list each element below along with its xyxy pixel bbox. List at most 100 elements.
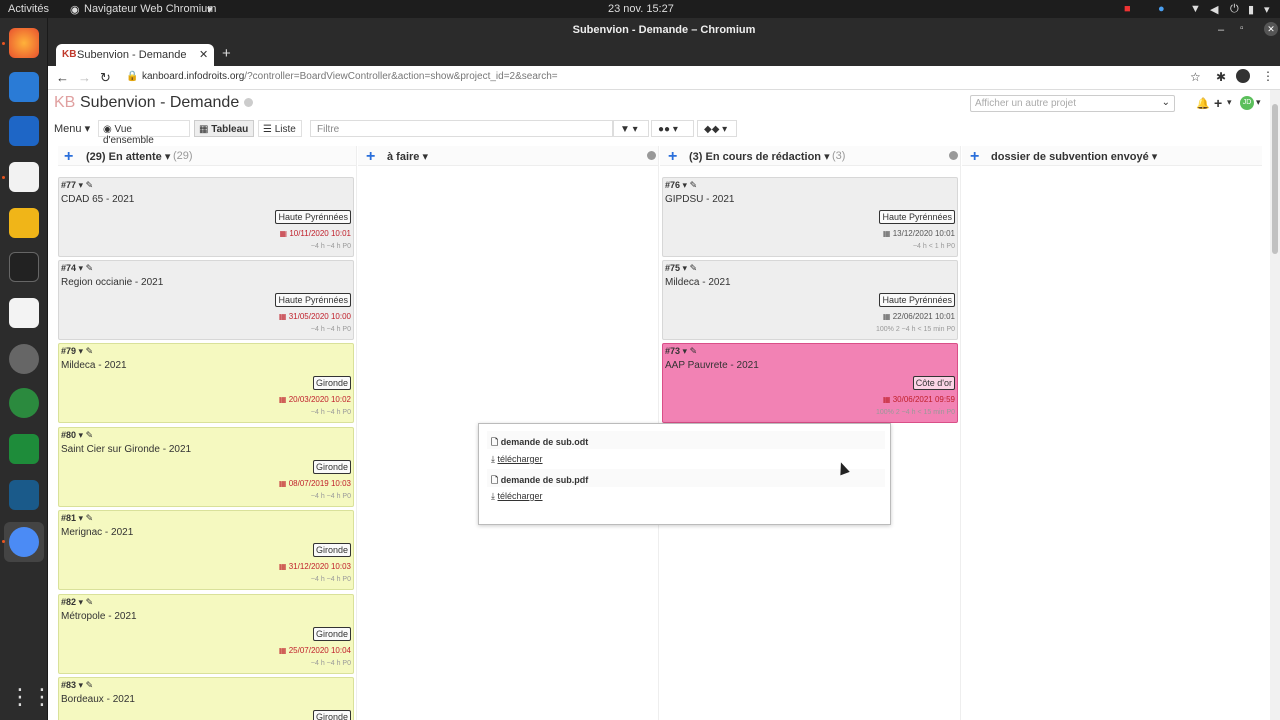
back-icon[interactable]: ←	[56, 70, 69, 85]
text-editor-icon[interactable]	[9, 298, 39, 328]
thunderbird-icon[interactable]	[9, 72, 39, 102]
close-window-icon[interactable]: ✕	[1264, 22, 1278, 36]
task-title[interactable]: Mildeca - 2021	[665, 277, 731, 288]
edit-icon[interactable]: ✎	[690, 346, 698, 356]
column-info-icon[interactable]	[949, 151, 958, 160]
lock-icon[interactable]: 🔒	[126, 71, 138, 82]
minimize-icon[interactable]: –	[1218, 24, 1224, 36]
filter-input[interactable]: Filtre	[310, 120, 613, 137]
download-link[interactable]: télécharger	[498, 491, 543, 501]
category-badge[interactable]: Gironde	[312, 627, 351, 641]
task-card[interactable]: #82 ▾ ✎ Métropole - 2021 Gironde ▦ 25/07/20…	[58, 594, 354, 674]
address-bar[interactable]: kanboard.infodroits.org/?controller=Boar…	[142, 71, 558, 82]
task-title[interactable]: Métropole - 2021	[61, 611, 137, 622]
reload-icon[interactable]: ↻	[100, 70, 111, 86]
add-task-plus-icon[interactable]: +	[668, 149, 677, 165]
user-avatar[interactable]: JD	[1240, 96, 1254, 110]
edit-icon[interactable]: ✎	[86, 513, 94, 523]
task-title[interactable]: Bordeaux - 2021	[61, 694, 135, 705]
scrollbar-thumb[interactable]	[1272, 104, 1278, 254]
profile-icon[interactable]	[1236, 69, 1250, 83]
task-id[interactable]: #76 ▾ ✎	[665, 180, 697, 191]
task-card[interactable]: #73 ▾ ✎ AAP Pauvrete - 2021 Côte d'or ▦ 30/…	[662, 343, 958, 423]
task-card[interactable]: #81 ▾ ✎ Merignac - 2021 Gironde ▦ 31/12/202…	[58, 510, 354, 590]
system-monitor-icon[interactable]	[9, 480, 39, 510]
task-id[interactable]: #73 ▾ ✎	[665, 346, 697, 357]
task-title[interactable]: Saint Cier sur Gironde - 2021	[61, 444, 191, 455]
board-view-button[interactable]: ▦ Tableau	[194, 120, 254, 137]
download-link[interactable]: télécharger	[498, 454, 543, 464]
page-scrollbar[interactable]	[1270, 90, 1280, 720]
system-menu-arrow[interactable]: ▾	[1264, 3, 1270, 16]
chromium-icon[interactable]	[9, 527, 39, 557]
category-badge[interactable]: Haute Pyrénnées	[275, 293, 351, 307]
files-icon[interactable]	[9, 162, 39, 192]
task-id[interactable]: #81 ▾ ✎	[61, 513, 93, 524]
column-title[interactable]: à faire ▾	[387, 150, 428, 163]
app-menu[interactable]: Navigateur Web Chromium	[84, 3, 216, 15]
calc-sheet-icon[interactable]	[9, 434, 39, 464]
kanboard-logo[interactable]: KB	[54, 94, 75, 112]
task-id[interactable]: #83 ▾ ✎	[61, 680, 93, 691]
task-title[interactable]: Region occianie - 2021	[61, 277, 163, 288]
bookmark-star-icon[interactable]: ☆	[1190, 70, 1201, 84]
tags-dropdown[interactable]: ◆◆ ▾	[697, 120, 737, 137]
task-card[interactable]: #83 ▾ ✎ Bordeaux - 2021 Gironde	[58, 677, 354, 720]
task-id[interactable]: #79 ▾ ✎	[61, 346, 93, 357]
category-badge[interactable]: Côte d'or	[912, 376, 955, 390]
edit-icon[interactable]: ✎	[86, 680, 94, 690]
info-icon[interactable]	[244, 98, 253, 107]
task-id[interactable]: #77 ▾ ✎	[61, 180, 93, 191]
edit-icon[interactable]: ✎	[86, 346, 94, 356]
calculator-icon[interactable]	[9, 208, 39, 238]
category-badge[interactable]: Haute Pyrénnées	[879, 210, 955, 224]
category-badge[interactable]: Gironde	[312, 460, 351, 474]
add-task-plus-icon[interactable]: +	[64, 149, 73, 165]
project-switcher[interactable]: Afficher un autre projet ⌄	[970, 95, 1175, 112]
filter-dropdown[interactable]: ▼ ▾	[613, 120, 649, 137]
extensions-icon[interactable]: ✱	[1216, 70, 1226, 84]
task-title[interactable]: CDAD 65 - 2021	[61, 194, 134, 205]
chrome-menu-icon[interactable]: ⋮	[1262, 69, 1274, 83]
edit-icon[interactable]: ✎	[86, 180, 94, 190]
app-grid-icon[interactable]: ⋮⋮	[9, 682, 53, 712]
add-task-plus-icon[interactable]: +	[366, 149, 375, 165]
edit-icon[interactable]: ✎	[690, 263, 698, 273]
tab-active[interactable]: KB Subenvion - Demande ✕	[56, 44, 214, 66]
task-id[interactable]: #82 ▾ ✎	[61, 597, 93, 608]
notification-bell-icon[interactable]: 🔔	[1196, 97, 1210, 110]
list-view-button[interactable]: ☰ Liste	[258, 120, 302, 137]
edit-icon[interactable]: ✎	[86, 263, 94, 273]
new-tab-icon[interactable]: +	[222, 45, 231, 62]
edit-icon[interactable]: ✎	[690, 180, 698, 190]
column-title[interactable]: (29) En attente ▾	[86, 150, 170, 163]
task-card[interactable]: #75 ▾ ✎ Mildeca - 2021 Haute Pyrénnées ▦ 22…	[662, 260, 958, 340]
task-id[interactable]: #80 ▾ ✎	[61, 430, 93, 441]
column-info-icon[interactable]	[647, 151, 656, 160]
overview-button[interactable]: ◉ Vue d'ensemble	[98, 120, 190, 146]
settings-icon[interactable]	[9, 344, 39, 374]
task-card[interactable]: #76 ▾ ✎ GIPDSU - 2021 Haute Pyrénnées ▦ 13/…	[662, 177, 958, 257]
task-title[interactable]: Mildeca - 2021	[61, 360, 127, 371]
task-card[interactable]: #79 ▾ ✎ Mildeca - 2021 Gironde ▦ 20/03/2020…	[58, 343, 354, 423]
task-title[interactable]: AAP Pauvrete - 2021	[665, 360, 759, 371]
edit-icon[interactable]: ✎	[86, 430, 94, 440]
close-tab-icon[interactable]: ✕	[199, 48, 208, 61]
category-badge[interactable]: Haute Pyrénnées	[275, 210, 351, 224]
category-badge[interactable]: Gironde	[312, 543, 351, 557]
task-title[interactable]: Merignac - 2021	[61, 527, 133, 538]
add-task-plus-icon[interactable]: +	[970, 149, 979, 165]
activities-button[interactable]: Activités	[8, 3, 49, 15]
column-title[interactable]: (3) En cours de rédaction ▾	[689, 150, 830, 163]
writer-icon[interactable]	[9, 116, 39, 146]
task-card[interactable]: #77 ▾ ✎ CDAD 65 - 2021 Haute Pyrénnées ▦ 10…	[58, 177, 354, 257]
keepass-icon[interactable]	[9, 388, 39, 418]
terminal-icon[interactable]	[9, 252, 39, 282]
task-id[interactable]: #74 ▾ ✎	[61, 263, 93, 274]
task-title[interactable]: GIPDSU - 2021	[665, 194, 734, 205]
task-card[interactable]: #74 ▾ ✎ Region occianie - 2021 Haute Pyrén…	[58, 260, 354, 340]
category-badge[interactable]: Gironde	[312, 710, 351, 720]
users-dropdown[interactable]: ●● ▾	[651, 120, 694, 137]
menu-dropdown[interactable]: Menu ▾	[54, 122, 90, 135]
clock[interactable]: 23 nov. 15:27	[608, 3, 674, 15]
